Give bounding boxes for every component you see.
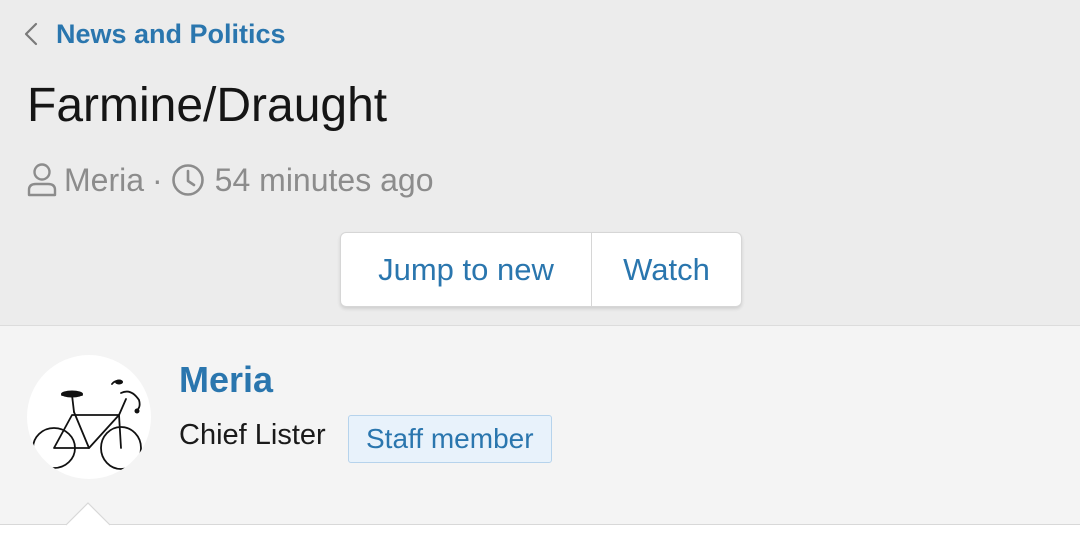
staff-badge: Staff member [348, 415, 552, 463]
thread-time[interactable]: 54 minutes ago [215, 162, 434, 199]
thread-author-link[interactable]: Meria [64, 162, 144, 199]
thread-header: News and Politics Farmine/Draught Meria … [0, 0, 1080, 325]
jump-to-new-button[interactable]: Jump to new [341, 233, 592, 306]
meta-separator: · [152, 161, 163, 198]
bicycle-icon [27, 355, 151, 479]
breadcrumb[interactable]: News and Politics [24, 14, 286, 54]
post-author-name[interactable]: Meria [179, 359, 273, 401]
post-user-block: Meria Chief Lister Staff member [0, 325, 1080, 524]
user-title: Chief Lister [179, 419, 326, 451]
watch-button[interactable]: Watch [592, 233, 741, 306]
post-content-edge [0, 524, 1080, 535]
breadcrumb-link[interactable]: News and Politics [56, 19, 286, 50]
avatar[interactable] [27, 355, 151, 479]
page-title: Farmine/Draught [27, 79, 388, 132]
message-pointer [66, 502, 110, 526]
clock-icon [171, 163, 205, 197]
user-icon [26, 162, 58, 198]
thread-meta: Meria · 54 minutes ago [26, 158, 433, 202]
thread-action-buttons: Jump to new Watch [340, 232, 742, 307]
chevron-left-icon [24, 22, 38, 46]
